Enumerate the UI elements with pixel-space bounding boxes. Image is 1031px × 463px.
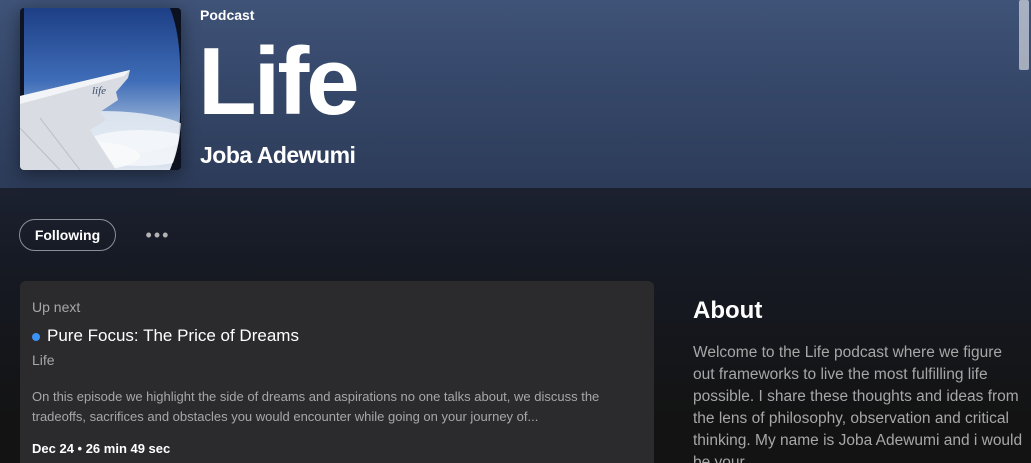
podcast-page: life Podcast Life Joba Adewumi Following… — [0, 0, 1031, 463]
following-button[interactable]: Following — [19, 219, 116, 251]
podcast-title: Life — [198, 28, 360, 135]
airplane-wing-window-icon: life — [20, 8, 181, 170]
more-options-icon[interactable]: ••• — [140, 224, 176, 246]
about-text: Welcome to the Life podcast where we fig… — [693, 344, 1023, 463]
new-episode-dot-icon — [32, 333, 40, 341]
about-heading: About — [693, 297, 763, 324]
podcast-author-link[interactable]: Joba Adewumi — [200, 142, 356, 169]
up-next-card[interactable]: Up next Pure Focus: The Price of Dreams … — [20, 281, 654, 463]
episode-show-name: Life — [32, 352, 55, 368]
svg-text:life: life — [92, 85, 106, 97]
scrollbar-thumb[interactable] — [1019, 0, 1029, 70]
episode-title-link[interactable]: Pure Focus: The Price of Dreams — [47, 326, 299, 346]
podcast-cover: life — [20, 8, 181, 170]
podcast-type-label: Podcast — [200, 7, 255, 23]
podcast-header: life Podcast Life Joba Adewumi — [0, 0, 1031, 188]
up-next-label: Up next — [32, 299, 81, 315]
episode-meta: Dec 24 • 26 min 49 sec — [32, 441, 171, 456]
episode-description: On this episode we highlight the side of… — [32, 389, 600, 424]
